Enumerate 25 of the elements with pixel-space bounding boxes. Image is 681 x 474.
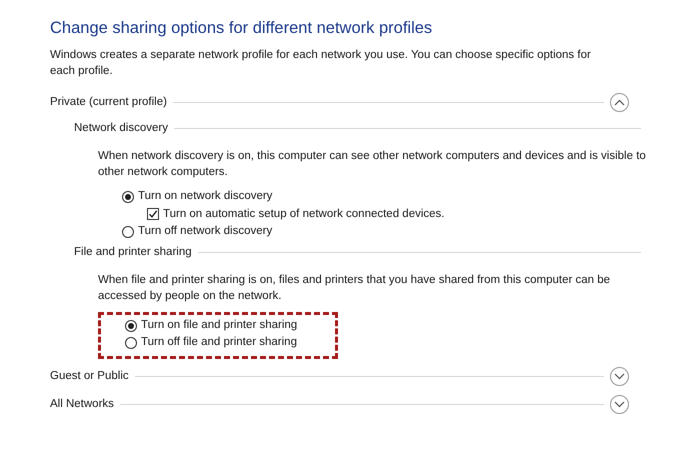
radio-button[interactable] <box>122 226 134 238</box>
description-text: Windows creates a separate network profile for each network you use. You can choose specific options for each profile. <box>50 48 592 79</box>
chevron-down-icon <box>614 401 625 408</box>
section-description: When file and printer sharing is on, files and printers that you have shared from this computer can be accessed by people on the network. <box>97 272 612 304</box>
profile-header[interactable]: All Networks <box>50 396 114 414</box>
chevron-up-icon <box>614 99 625 106</box>
page-title: Change sharing options for different network profiles <box>50 18 434 39</box>
radio-button[interactable] <box>125 320 137 332</box>
expand-button[interactable] <box>610 93 629 112</box>
section-heading: Network discovery <box>74 121 168 136</box>
profile-header[interactable]: Guest or Public <box>50 368 129 386</box>
expand-button[interactable] <box>610 367 629 386</box>
expand-button[interactable] <box>610 395 629 414</box>
section-description: When network discovery is on, this computer can see other network computers and devices and is visible to other network computers. <box>97 148 647 180</box>
option-label[interactable]: Turn on file and printer sharing <box>141 316 298 334</box>
profile-header[interactable]: Private (current profile) <box>50 94 167 112</box>
checkbox[interactable] <box>147 208 159 220</box>
radio-button[interactable] <box>125 337 137 350</box>
option-label[interactable]: Turn off network discovery <box>138 223 272 240</box>
option-label[interactable]: Turn on network discovery <box>138 188 272 206</box>
chevron-down-icon <box>614 373 625 380</box>
section-heading: File and printer sharing <box>74 245 192 260</box>
option-label[interactable]: Turn on automatic setup of network connected devices. <box>163 206 444 223</box>
option-label[interactable]: Turn off file and printer sharing <box>141 334 297 352</box>
radio-button[interactable] <box>122 190 134 203</box>
